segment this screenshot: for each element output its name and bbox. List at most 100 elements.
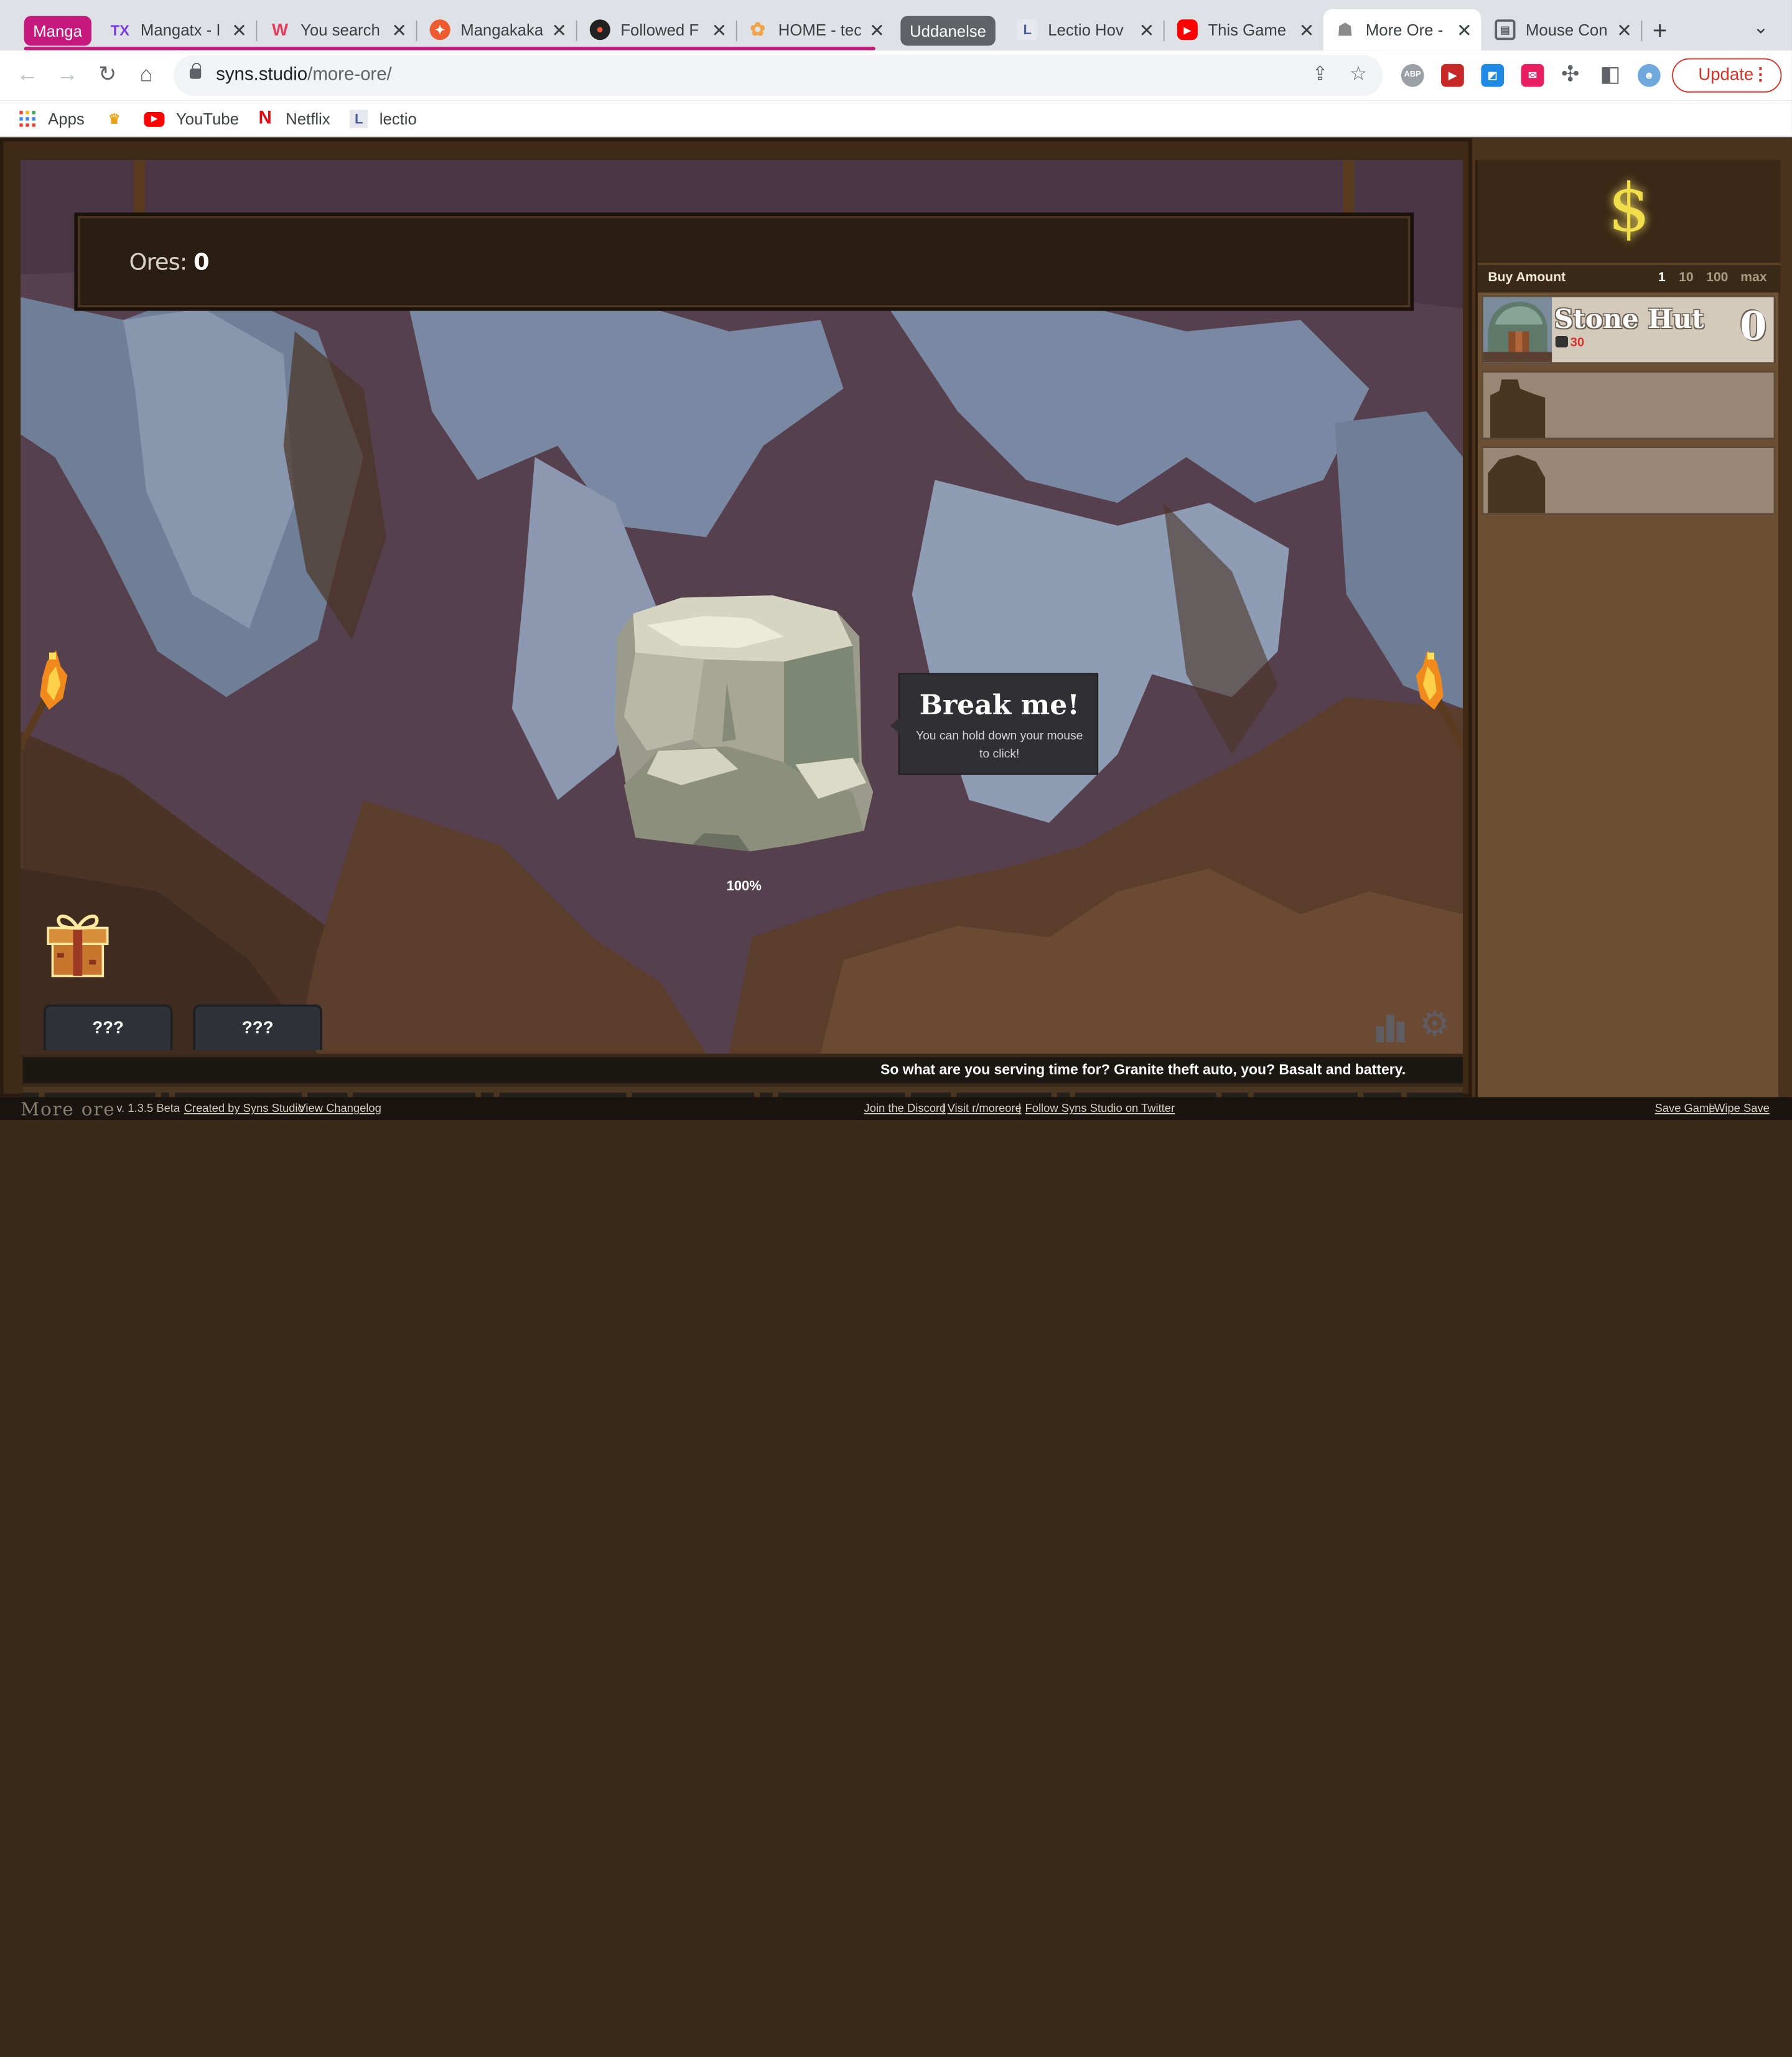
close-icon[interactable]: ✕ (1617, 19, 1632, 42)
lock-icon (189, 63, 202, 79)
twitter-link[interactable]: Follow Syns Studio on Twitter (1025, 1103, 1175, 1115)
settings-gear-icon[interactable]: ⚙ (1419, 1007, 1454, 1042)
bookmark-apps[interactable]: Apps (18, 108, 85, 131)
profile-avatar-icon[interactable]: ☻ (1637, 63, 1661, 87)
break-me-tooltip: Break me! You can hold down your mouse t… (890, 673, 1099, 775)
discord-link[interactable]: Join the Discord (864, 1103, 946, 1115)
game-footer: More ore v. 1.3.5 Beta Created by Syns S… (0, 1097, 1792, 1120)
tab-mangatx[interactable]: TX Mangatx - I ✕ (98, 9, 258, 50)
close-icon[interactable]: ✕ (869, 19, 885, 42)
buy-option-100[interactable]: 100 (1706, 271, 1728, 284)
close-icon[interactable]: ✕ (551, 19, 567, 42)
url-host: syns.studio (216, 65, 308, 85)
address-bar[interactable]: syns.studio/more-ore/ ⇪ ☆ (174, 55, 1383, 96)
mangakakalot-icon: ✦ (429, 19, 450, 40)
tab-mouse-con[interactable]: ▤ Mouse Con ✕ (1483, 9, 1643, 50)
tab-group-uddanelse[interactable]: Uddanelse (900, 16, 996, 46)
reddit-link[interactable]: Visit r/moreore (948, 1103, 1022, 1115)
ores-label: Ores: (129, 248, 188, 276)
news-ticker: So what are you serving time for? Granit… (22, 1055, 1463, 1086)
reload-icon[interactable]: ↻ (91, 60, 123, 91)
wipe-save-link[interactable]: Wipe Save (1714, 1103, 1770, 1115)
tab-title: This Game (1208, 21, 1287, 39)
ticker-text: So what are you serving time for? Granit… (880, 1061, 1406, 1078)
mine-frame: Ores: 0 100% Break me! You can hold down… (0, 138, 1781, 1120)
netflix-icon: N (258, 108, 272, 128)
doc-icon: ▤ (1495, 19, 1516, 40)
tab-search-chevron-icon[interactable]: ⌄ (1753, 16, 1768, 39)
dollar-sign-icon: $ (1608, 169, 1651, 247)
tab-title: You search (301, 21, 380, 39)
moreore-icon: ☗ (1337, 21, 1353, 40)
tab-mangakakalot[interactable]: ✦ Mangakaka ✕ (418, 9, 577, 50)
back-arrow-icon[interactable]: ← (11, 60, 43, 91)
close-icon[interactable]: ✕ (712, 19, 727, 42)
share-icon[interactable]: ⇪ (1312, 63, 1328, 86)
bookmark-crown[interactable]: ♛ (105, 108, 135, 131)
ore-cost-icon (1555, 335, 1568, 348)
home-button-icon[interactable]: ⌂ (130, 60, 162, 91)
buy-option-10[interactable]: 10 (1679, 271, 1694, 284)
buy-option-1[interactable]: 1 (1658, 271, 1666, 284)
ore-rock[interactable] (612, 591, 875, 854)
building-name: Stone Hut (1554, 304, 1704, 335)
tab-followed[interactable]: ● Followed F ✕ (578, 9, 737, 50)
browser-toolbar: ← → ↻ ⌂ syns.studio/more-ore/ ⇪ ☆ ABP ▶ … (0, 50, 1792, 101)
bookmark-lectio[interactable]: L lectio (350, 108, 417, 131)
locked-tab-button-2[interactable]: ??? (193, 1004, 322, 1050)
tab-group-manga[interactable]: Manga (24, 16, 91, 46)
blue-ext-icon[interactable]: ◩ (1481, 63, 1505, 87)
close-icon[interactable]: ✕ (1457, 19, 1472, 42)
tab-youtube[interactable]: ▶ This Game ✕ (1165, 9, 1323, 50)
forward-arrow-icon[interactable]: → (52, 60, 83, 91)
new-tab-plus-icon[interactable]: + (1653, 16, 1668, 46)
building-price: 30 (1570, 335, 1585, 350)
buy-option-max[interactable]: max (1740, 271, 1766, 284)
close-icon[interactable]: ✕ (391, 19, 407, 42)
tooltip-title: Break me! (919, 688, 1080, 721)
ores-counter: Ores: 0 (129, 248, 210, 276)
created-by-link[interactable]: Created by Syns Studio (184, 1103, 304, 1115)
close-icon[interactable]: ✕ (231, 19, 247, 42)
bookmark-youtube[interactable]: ▶ YouTube (144, 108, 239, 131)
ores-counter-panel: Ores: 0 (74, 212, 1414, 311)
mangatx-icon: TX (110, 21, 130, 39)
tab-search[interactable]: W You search ✕ (258, 9, 418, 50)
support-beam (1343, 160, 1355, 217)
update-button[interactable]: Update ⋮ (1672, 58, 1782, 93)
changelog-link[interactable]: View Changelog (298, 1103, 381, 1115)
extensions-puzzle-icon[interactable]: ✣ (1554, 60, 1586, 91)
bookmark-label: YouTube (175, 110, 239, 128)
close-icon[interactable]: ✕ (1299, 19, 1315, 42)
bookmark-netflix[interactable]: N Netflix (256, 108, 330, 131)
home-icon: ✿ (750, 21, 766, 40)
apps-grid-icon (18, 110, 36, 128)
locked-tab-button-1[interactable]: ??? (43, 1004, 173, 1050)
locked-building-silhouette (1488, 455, 1546, 513)
close-icon[interactable]: ✕ (1139, 19, 1154, 42)
bookmark-label: Apps (48, 110, 85, 128)
store-panel: $ Buy Amount 1 10 100 max Stone Hut 30 0 (1475, 160, 1781, 1101)
w-icon: W (271, 20, 288, 40)
pink-ext-icon[interactable]: ✉ (1521, 63, 1544, 87)
tab-title: Mangatx - I (140, 21, 221, 39)
version-text: v. 1.3.5 Beta (116, 1103, 180, 1116)
followed-icon: ● (589, 19, 610, 40)
abp-icon[interactable]: ABP (1401, 63, 1424, 87)
stats-bar-chart-icon[interactable] (1375, 1010, 1407, 1043)
tab-lectio[interactable]: L Lectio Hov ✕ (1006, 9, 1165, 50)
tab-more-ore[interactable]: ☗ More Ore - ✕ (1323, 9, 1482, 50)
save-game-link[interactable]: Save Game (1655, 1103, 1715, 1115)
side-panel-icon[interactable]: ◧ (1594, 60, 1626, 91)
tab-strip: Manga TX Mangatx - I ✕ W You search ✕ ✦ … (0, 0, 1792, 50)
tab-group-label: Manga (33, 21, 82, 40)
bookmark-label: lectio (379, 110, 417, 128)
building-stone-hut[interactable]: Stone Hut 30 0 (1481, 294, 1776, 365)
gift-box-icon[interactable] (45, 907, 110, 978)
tab-title: Mangakaka (460, 21, 543, 39)
red-ext-icon[interactable]: ▶ (1441, 63, 1464, 87)
bookmark-star-icon[interactable]: ☆ (1350, 63, 1367, 86)
tab-home[interactable]: ✿ HOME - tec ✕ (736, 9, 894, 50)
youtube-icon: ▶ (144, 111, 165, 126)
building-owned-count: 0 (1740, 304, 1767, 350)
